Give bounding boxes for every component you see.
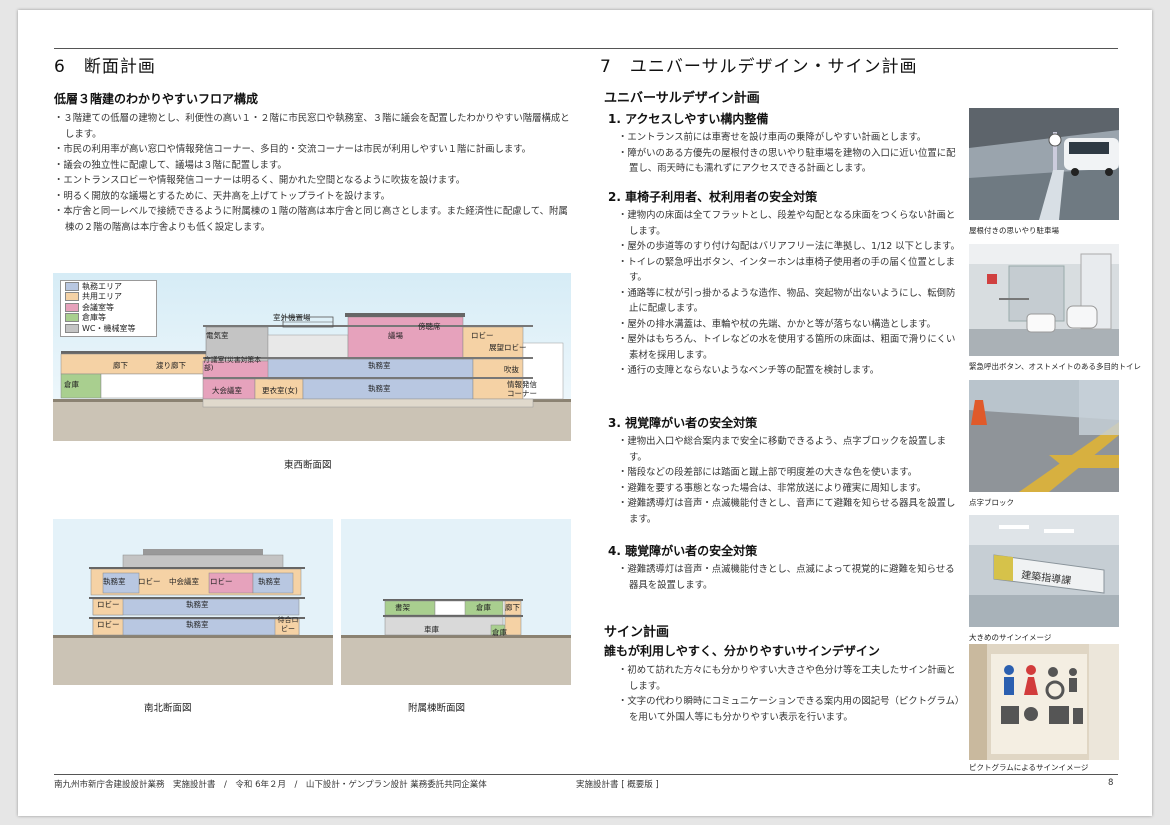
list-item: 障がいのある方優先の屋根付きの思いやり駐車場を建物の入口に近い位置に配置し、雨天… [618, 146, 960, 177]
floor-structure-subtitle: 低層３階建のわかりやすいフロア構成 [54, 92, 259, 106]
photo-caption-sign: 大きめのサインイメージ [969, 633, 1052, 642]
label-conference-hall: 大会議室 [212, 386, 242, 395]
list-item: 明るく開放的な議場とするために、天井高を上げてトップライトを設けます。 [54, 189, 574, 205]
label-ns-office-3f: 執務室 [103, 577, 126, 586]
list-item: 通路等に杖が引っ掛かるような造作、物品、突起物が出ないようにし、転倒防止に配慮し… [618, 286, 960, 317]
label-annex-corridor: 廊下 [505, 603, 520, 612]
label-office-1f: 執務室 [368, 384, 391, 393]
photo-caption-toilet: 緊急呼出ボタン、オストメイトのある多目的トイレ [969, 362, 1142, 371]
label-info-corner: 情報発信コーナー [507, 380, 537, 398]
group-1-title: 1. アクセスしやすい構内整備 [608, 112, 769, 126]
footer-left-text: 南九州市新庁舎建設設計業務 実施設計書 / 令和 6年２月 / 山下設計・ゲンプ… [54, 780, 487, 790]
label-warehouse: 倉庫 [64, 380, 79, 389]
legend-wc: WC・機械室等 [61, 323, 156, 334]
cross-section-bullets: ３階建ての低層の建物とし、利便性の高い１・２階に市民窓口や執務室、３階に議会を配… [54, 111, 574, 235]
section-title-universal-design: 7 ユニバーサルデザイン・サイン計画 [600, 57, 918, 77]
label-ns-office-1f: 執務室 [186, 620, 209, 629]
label-ns-office-3f-b: 執務室 [258, 577, 281, 586]
list-item: 建物内の床面は全てフラットとし、段差や勾配となる床面をつくらない計画とします。 [618, 208, 960, 239]
color-legend: 執務エリア 共用エリア 会議室等 倉庫等 WC・機械室等 [60, 280, 157, 337]
photo-caption-tactile: 点字ブロック [969, 498, 1014, 507]
top-rule [54, 48, 1118, 49]
photo-pictogram-sign [969, 644, 1119, 760]
label-machine-room: 電気室 [206, 331, 229, 340]
group-4-title: 4. 聴覚障がい者の安全対策 [608, 544, 758, 558]
list-item: ３階建ての低層の建物とし、利便性の高い１・２階に市民窓口や執務室、３階に議会を配… [54, 111, 574, 142]
list-item: 屋外はもちろん、トイレなどの水を使用する箇所の床面は、粗面で滑りにくい素材を採用… [618, 332, 960, 363]
page-number: 8 [1108, 778, 1114, 788]
list-item: 通行の支障とならないようなベンチ等の配置を検討します。 [618, 363, 960, 379]
label-ns-small-meeting: 中会議室 [169, 577, 199, 586]
label-ns-lobby-a: ロビー [138, 577, 161, 586]
document-page: 6 断面計画 低層３階建のわかりやすいフロア構成 ３階建ての低層の建物とし、利便… [18, 10, 1152, 816]
legend-office: 執務エリア [61, 281, 156, 292]
group-3-title: 3. 視覚障がい者の安全対策 [608, 416, 758, 430]
list-item: トイレの緊急呼出ボタン、インターホンは車椅子使用者の手の届く位置とします。 [618, 255, 960, 286]
caption-annex-section: 附属棟断面図 [408, 703, 466, 714]
label-lobby-3f: ロビー [471, 331, 494, 340]
photo-large-sign: 建築指導課 [969, 515, 1119, 627]
footer-center-text: 実施設計書 [ 概要版 ] [576, 780, 659, 790]
list-item: 避難を要する事態となった場合は、非常放送により確実に周知します。 [618, 481, 960, 497]
photo-accessible-parking [969, 108, 1119, 220]
list-item: 建物出入口や総合案内まで安全に移動できるよう、点字ブロックを設置します。 [618, 434, 960, 465]
sign-heading: サイン計画 [604, 625, 670, 640]
label-annex-storage: 倉庫 [476, 603, 491, 612]
list-item: 本庁舎と同一レベルで接続できるように附属棟の１階の階高は本庁舎と同じ高さとします… [54, 204, 574, 235]
list-item: 初めて訪れた方々にも分かりやすい大きさや色分け等を工夫したサイン計画とします。 [618, 663, 960, 694]
legend-storage: 倉庫等 [61, 313, 156, 324]
label-locker-room: 更衣室(女) [262, 386, 298, 395]
label-ns-lobby-1f: ロビー [97, 620, 120, 629]
caption-north-south-section: 南北断面図 [144, 703, 192, 714]
list-item: 屋外の排水溝蓋は、車輪や杖の先端、かかと等が落ちない構造とします。 [618, 317, 960, 333]
label-assembly: 議場 [388, 331, 403, 340]
group-3-bullets: 建物出入口や総合案内まで安全に移動できるよう、点字ブロックを設置します。 階段な… [618, 434, 960, 527]
label-annex-library: 書架 [395, 603, 410, 612]
list-item: 市民の利用率が高い窓口や情報発信コーナー、多目的・交流コーナーは市民が利用しやす… [54, 142, 574, 158]
list-item: エントランス前には車寄せを設け車両の乗降がしやすい計画とします。 [618, 130, 960, 146]
caption-east-west-section: 東西断面図 [284, 460, 332, 471]
section-title-cross-section: 6 断面計画 [54, 57, 156, 77]
label-annex-garage: 車庫 [424, 625, 439, 634]
label-observation-lobby: 展望ロビー [489, 343, 527, 352]
group-1-bullets: エントランス前には車寄せを設け車両の乗降がしやすい計画とします。 障がいのある方… [618, 130, 960, 177]
label-ns-waiting-lobby: 待合ロビー [277, 616, 299, 633]
group-2-bullets: 建物内の床面は全てフラットとし、段差や勾配となる床面をつくらない計画とします。 … [618, 208, 960, 379]
label-ns-lobby-b: ロビー [210, 577, 233, 586]
label-ns-office-2f: 執務室 [186, 600, 209, 609]
group-4-bullets: 避難誘導灯は音声・点滅機能付きとし、点滅によって視覚的に避難を知らせる器具を設置… [618, 562, 960, 593]
footer-rule [54, 774, 1118, 775]
list-item: 議会の独立性に配慮して、議場は３階に配置します。 [54, 158, 574, 174]
legend-meeting: 会議室等 [61, 302, 156, 313]
label-council-room: 庁議室(災害対策本部) [204, 356, 262, 372]
list-item: エントランスロビーや情報発信コーナーは明るく、開かれた空間となるように吹抜を設け… [54, 173, 574, 189]
photo-multipurpose-toilet [969, 244, 1119, 356]
photo-caption-pictogram: ピクトグラムによるサインイメージ [969, 763, 1089, 772]
sign-subtitle: 誰もが利用しやすく、分かりやすいサインデザイン [604, 644, 880, 658]
list-item: 避難誘導灯は音声・点滅機能付きとし、音声にて避難を知らせる器具を設置します。 [618, 496, 960, 527]
ud-heading: ユニバーサルデザイン計画 [604, 91, 760, 106]
list-item: 避難誘導灯は音声・点滅機能付きとし、点滅によって視覚的に避難を知らせる器具を設置… [618, 562, 960, 593]
group-2-title: 2. 車椅子利用者、杖利用者の安全対策 [608, 190, 818, 204]
label-gallery: 傍聴席 [418, 322, 441, 331]
annex-section-diagram [341, 519, 571, 685]
label-atrium: 吹抜 [504, 365, 519, 374]
list-item: 文字の代わり瞬時にコミュニケーションできる案内用の図記号（ピクトグラム）を用いて… [618, 694, 960, 725]
label-corridor: 廊下 [113, 361, 128, 370]
label-outdoor-equip: 室外機置場 [273, 313, 311, 322]
photo-tactile-paving [969, 380, 1119, 492]
photo-caption-parking: 屋根付きの思いやり駐車場 [969, 226, 1059, 235]
list-item: 階段などの段差部には踏面と蹴上部で明度差の大きな色を使います。 [618, 465, 960, 481]
label-walk-corridor: 渡り廊下 [156, 361, 186, 370]
label-annex-store: 倉庫 [492, 628, 507, 637]
legend-common: 共用エリア [61, 292, 156, 303]
label-ns-lobby-2f: ロビー [97, 600, 120, 609]
label-office-2f: 執務室 [368, 361, 391, 370]
list-item: 屋外の歩道等のすり付け勾配はバリアフリー法に準拠し、1/12 以下とします。 [618, 239, 960, 255]
sign-bullets: 初めて訪れた方々にも分かりやすい大きさや色分け等を工夫したサイン計画とします。 … [618, 663, 960, 725]
